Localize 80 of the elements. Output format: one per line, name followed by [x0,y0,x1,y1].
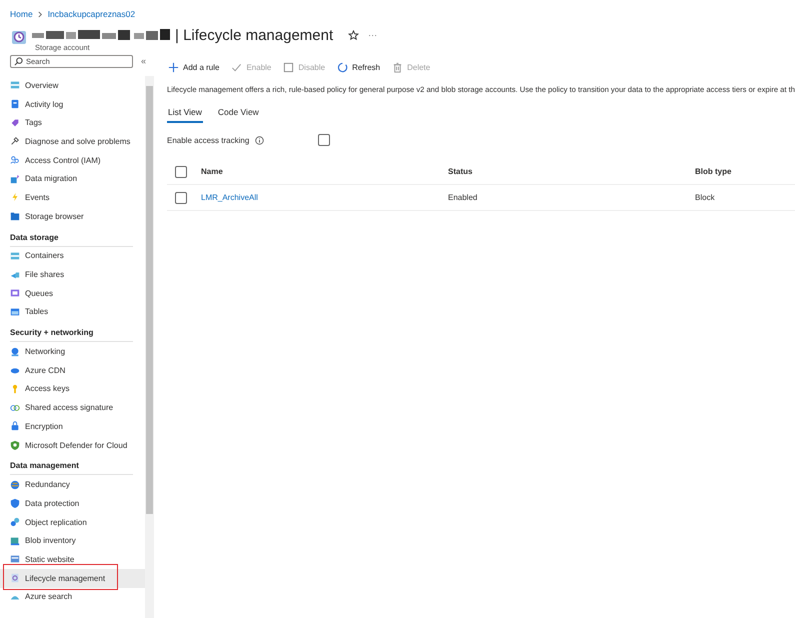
breadcrumb-link[interactable]: Incbackupcapreznas02 [48,9,136,19]
menu-item-icon [10,80,20,90]
menu-item-icon [10,421,20,432]
section-heading: Security + networking [10,325,133,342]
sidebar-item[interactable]: Azure search [0,588,145,606]
checkmark-icon [231,62,242,72]
section-heading: Data storage [10,230,133,246]
menu-item-icon [10,211,20,222]
menu-item-icon [10,554,20,564]
sidebar-item[interactable]: Blob inventory [0,531,145,550]
menu-item-icon [10,99,20,110]
sidebar-item[interactable]: Azure CDN [0,360,145,380]
rule-name-link[interactable]: LMR_ArchiveAll [201,193,258,202]
scrollbar[interactable] [145,76,154,618]
refresh-icon [337,62,348,72]
search-icon [14,56,23,66]
more-button[interactable]: ··· [368,30,378,40]
toolbar-button[interactable]: Refresh [336,62,382,72]
menu-item-icon [10,346,20,357]
sidebar-item[interactable]: Networking [0,342,145,361]
tab[interactable]: Code View [216,107,260,123]
sidebar-item[interactable]: Static website [0,550,145,569]
select-all-checkbox[interactable] [175,166,187,178]
toolbar-button[interactable]: Add a rule [167,62,220,72]
menu-item-icon [10,440,20,450]
sidebar-item[interactable]: Shared access signature [0,398,145,417]
column-header: Status [448,167,474,176]
sidebar-item[interactable]: Access Control (IAM) [0,150,145,170]
menu-item-icon [10,384,20,394]
sidebar-item[interactable]: Redundancy [0,475,145,494]
section-heading: Data management [10,458,133,476]
breadcrumb-link[interactable]: Home [10,9,33,19]
row-checkbox[interactable] [175,192,187,204]
sidebar-item[interactable]: Access keys [0,380,145,398]
menu-item-icon [10,498,20,508]
menu-item-icon [10,136,20,146]
column-header: Name [201,167,224,176]
tab[interactable]: List View [167,107,203,123]
square-icon [283,62,294,72]
menu-item-icon [10,402,20,413]
menu-item-icon [10,270,20,280]
menu-item-icon [10,118,20,128]
access-tracking-checkbox[interactable] [318,134,330,146]
sidebar-item[interactable]: Events [0,188,145,207]
menu-item-icon [10,174,20,184]
page-title: | Lifecycle management [175,26,334,44]
sidebar-item[interactable]: Data protection [0,494,145,513]
column-header: Blob type [695,167,732,176]
sidebar-item[interactable]: Diagnose and solve problems [0,132,145,151]
info-icon [255,136,264,144]
chevron-icon [38,10,43,18]
sidebar-item[interactable]: Microsoft Defender for Cloud [0,436,145,454]
menu-item-icon [10,288,20,298]
menu-item-icon [10,517,20,528]
menu-item-icon [10,192,20,202]
sidebar-item[interactable]: Encryption [0,417,145,436]
collapse-button[interactable]: « [141,56,146,66]
sidebar-item[interactable]: Object replication [0,512,145,532]
menu-item-icon [10,250,20,261]
table-cell: Enabled [448,193,478,202]
trash-icon [392,62,404,72]
menu-item-icon [10,573,20,584]
sidebar-item[interactable]: Queues [0,284,145,303]
menu-item-icon [10,306,20,317]
sidebar-item[interactable]: Containers [0,246,145,266]
sidebar-item[interactable]: Overview [0,76,145,95]
plus-icon [168,62,179,72]
star-icon[interactable] [348,30,360,40]
access-tracking-label: Enable access tracking [167,136,250,144]
sidebar-item[interactable]: Tags [0,113,145,132]
table-cell: Block [695,193,715,202]
storage-account-icon [10,28,28,46]
menu-item-icon [10,155,20,166]
menu-item-icon [10,480,20,490]
sidebar-item[interactable]: Tables [0,302,145,322]
sidebar-item[interactable]: Data migration [0,169,145,188]
menu-item-icon [10,536,20,546]
sidebar-item[interactable]: File shares [0,265,145,284]
sidebar-item[interactable]: Activity log [0,94,145,114]
sidebar-item[interactable]: Storage browser [0,206,145,226]
